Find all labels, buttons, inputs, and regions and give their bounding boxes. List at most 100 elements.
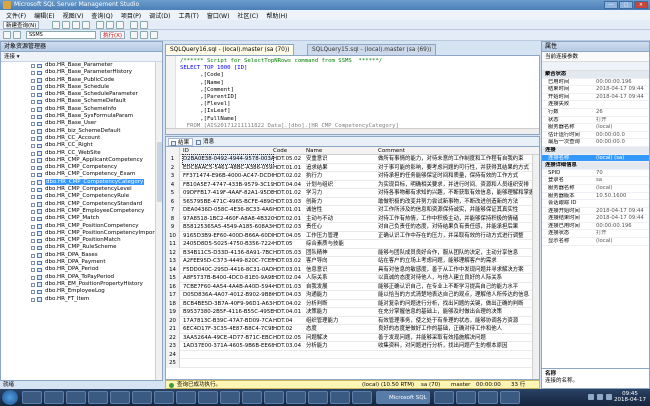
new-file-icon[interactable] (52, 21, 60, 29)
expand-icon[interactable] (31, 107, 35, 112)
cell-code[interactable]: HDT.03.02 (273, 257, 305, 266)
expand-icon[interactable] (31, 239, 35, 244)
grid-vscrollbar[interactable] (532, 155, 539, 379)
property-category[interactable]: 连接详细信息 (542, 162, 649, 170)
tree-item-table[interactable]: dbo.HR_CMP_PositionCompetencyImpor (1, 230, 162, 237)
cell-name[interactable]: 自我发展 (306, 283, 358, 292)
row-number[interactable]: 19 (166, 308, 180, 317)
taskbar-app-media[interactable] (66, 391, 86, 404)
taskbar-app-chat[interactable] (456, 391, 476, 404)
cell-id[interactable]: 1AD37E00-371A-4605-9B6B-EE6831A172F40 (183, 342, 273, 351)
table-row[interactable]: 109165D3B9-EF60-400D-B66A-60DE4F3547ADHD… (166, 231, 539, 241)
tree-item-table[interactable]: dbo.HR_EmployeeLog (1, 288, 162, 295)
expand-icon[interactable] (31, 71, 35, 76)
table-row[interactable]: 14F5DD040C-295D-4416-8C31-0AD30B4441FFHD… (166, 265, 539, 275)
cell-id[interactable]: 09DFFB17-419F-4AAF-82A1-95DEF0621BE0 (183, 189, 273, 198)
cell-code[interactable]: HDT.04.02 (273, 300, 305, 309)
cell-id[interactable]: 6EC4D17F-3C35-4E87-B8C4-7C9E8C774D30 (183, 325, 273, 334)
cell-code[interactable]: HDT.04 (273, 317, 305, 326)
cell-code[interactable]: HDT.02.02 (273, 172, 305, 181)
cell-comment[interactable]: 收集资料，对问题进行分析，找出问题产生的根本原因 (378, 342, 533, 351)
tree-item-table[interactable]: dbo.HR_DPA_Period (1, 266, 162, 273)
table-row[interactable]: 3FF371474-E96B-4000-AC47-DCD629C35004HDT… (166, 172, 539, 181)
row-number[interactable]: 7 (166, 206, 180, 215)
tree-item-table[interactable]: dbo.HR_biz_SchemeDefault (1, 128, 162, 135)
table-row[interactable]: 112405D8D5-5025-4750-B356-7224BBE20212HD… (166, 240, 539, 249)
expand-icon[interactable] (31, 93, 35, 98)
cell-comment[interactable]: 能以恰当的方式清楚地表达自己的观点，理解他人所传达的信息 (378, 291, 533, 300)
parse-icon[interactable] (150, 31, 158, 39)
row-number[interactable]: 25 (166, 359, 180, 368)
tree-item-table[interactable]: dbo.HR_EM_PositionPropertyHistory (1, 281, 162, 288)
cell-comment[interactable]: 站在客户的立场上考虑问题，能够理解客户的需求 (378, 257, 533, 266)
properties-selection[interactable]: 当前连接参数 (542, 52, 649, 62)
cell-comment[interactable]: 做所有事情的能力，对待未意的工作制度和工作程有自我约束 (378, 155, 533, 164)
row-number[interactable]: 13 (166, 257, 180, 266)
row-number[interactable]: 6 (166, 197, 180, 206)
cell-id[interactable]: EDC8AAC5-5461-48BC-A386-0598F3346758 (183, 164, 273, 173)
cell-id[interactable]: F5DD040C-295D-4416-8C31-0AD30B4441FF (183, 266, 273, 275)
table-row[interactable]: 12B34B11C5-D33D-4136-8A91-7BC5CA2A7D75HD… (166, 248, 539, 258)
cell-code[interactable]: HDT.02.01 (273, 215, 305, 224)
expand-icon[interactable] (31, 202, 35, 207)
cell-code[interactable]: HDT.04.04 (273, 181, 305, 190)
expand-icon[interactable] (31, 224, 35, 229)
taskbar-app-player[interactable] (478, 391, 498, 404)
expand-icon[interactable] (31, 136, 35, 141)
expand-icon[interactable] (31, 297, 35, 302)
cell-name[interactable]: 决策能力 (306, 308, 358, 317)
cell-name[interactable]: 责任心 (306, 223, 358, 232)
cell-name[interactable]: 团队精神 (306, 249, 358, 258)
undo-icon[interactable] (130, 21, 138, 29)
cell-code[interactable]: HDT.01.02 (273, 189, 305, 198)
cell-id[interactable]: 9165D3B9-EF60-400D-B66A-60DE4F3547AD (183, 232, 273, 241)
cell-id[interactable]: DEA0436D-058C-4E36-8C33-4A6E195D5ABD (183, 206, 273, 215)
taskbar-app-paint[interactable] (330, 391, 350, 404)
tree-item-table[interactable]: dbo.HR_DPA_Payment (1, 259, 162, 266)
cell-name[interactable]: 问题解决 (306, 334, 358, 343)
cell-code[interactable]: HDT.03.01 (273, 266, 305, 275)
cell-comment[interactable]: 善于发现问题，并能够采取有效措施解决问题 (378, 334, 533, 343)
tree-item-table[interactable]: dbo.HR_CC_WebSite (1, 150, 162, 157)
cell-name[interactable]: 信息意识 (306, 266, 358, 275)
taskbar-app-editor[interactable] (264, 391, 284, 404)
cell-id[interactable]: A8F5737B-B400-4DC0-81E0-9A9EF0FAA6DD (183, 274, 273, 283)
tree-item-table[interactable]: dbo.HR_CMP_Competency_Exam (1, 171, 162, 178)
cell-id[interactable]: FB10A5E7-4747-433B-9579-3C19E3AFA659 (183, 181, 273, 190)
code-line[interactable]: ,[Flevel] (180, 101, 399, 108)
table-row[interactable]: 25 (166, 359, 539, 368)
tree-item-table[interactable]: dbo.HR_Base_SchemeDefault (1, 98, 162, 105)
property-row[interactable]: 最后一次查询 00:00:00.0 (542, 139, 649, 147)
change-connection-icon[interactable] (13, 31, 21, 39)
cell-name[interactable]: 学习力 (306, 189, 358, 198)
save-all-icon[interactable] (82, 21, 90, 29)
expand-icon[interactable] (31, 144, 35, 149)
property-row[interactable]: 连接状态 打开 (542, 230, 649, 239)
property-category[interactable]: 连接 (542, 146, 649, 155)
row-number[interactable]: 12 (166, 248, 180, 257)
row-number[interactable]: 24 (166, 350, 180, 359)
taskbar-app-explorer[interactable] (22, 391, 42, 404)
expand-icon[interactable] (31, 129, 35, 134)
debug-icon[interactable] (130, 31, 138, 39)
cell-name[interactable]: 创新力 (306, 198, 358, 207)
row-number[interactable]: 8 (166, 214, 180, 223)
expand-icon[interactable] (31, 282, 35, 287)
sql-editor[interactable]: /****** Script for SelectTopNRows comman… (165, 55, 540, 135)
cell-code[interactable]: HDT.01.03 (273, 283, 305, 292)
table-row[interactable]: 4FB10A5E7-4747-433B-9579-3C19E3AFA659HDT… (166, 180, 539, 190)
cell-id[interactable]: 17A7813C-B39C-47A7-BD09-7CA30A4375EE (183, 317, 273, 326)
cell-name[interactable]: 人际关系 (306, 274, 358, 283)
taskbar-app-ssms[interactable]: Microsoft SQL S... (376, 391, 430, 404)
table-row[interactable]: 2017A7813C-B39C-47A7-BD09-7CA30A4375EEHD… (166, 316, 539, 326)
cell-name[interactable]: 安重意识 (306, 155, 358, 164)
new-query-button[interactable]: 新建查询(N) (3, 21, 40, 29)
row-number[interactable]: 10 (166, 231, 180, 240)
cell-comment[interactable]: 良好的态度是做好工作的基础，正确对待工作和他人 (378, 325, 533, 334)
taskbar-app-chrome[interactable] (110, 391, 130, 404)
row-number[interactable]: 16 (166, 282, 180, 291)
expand-icon[interactable] (31, 209, 35, 214)
cell-comment[interactable]: 有效管理事务，使之处于有条理的状态，能够协调各方资源 (378, 317, 533, 326)
cell-code[interactable]: HDT.04.05 (273, 232, 305, 241)
code-line[interactable]: SELECT TOP 1000 [ID] (180, 65, 399, 72)
